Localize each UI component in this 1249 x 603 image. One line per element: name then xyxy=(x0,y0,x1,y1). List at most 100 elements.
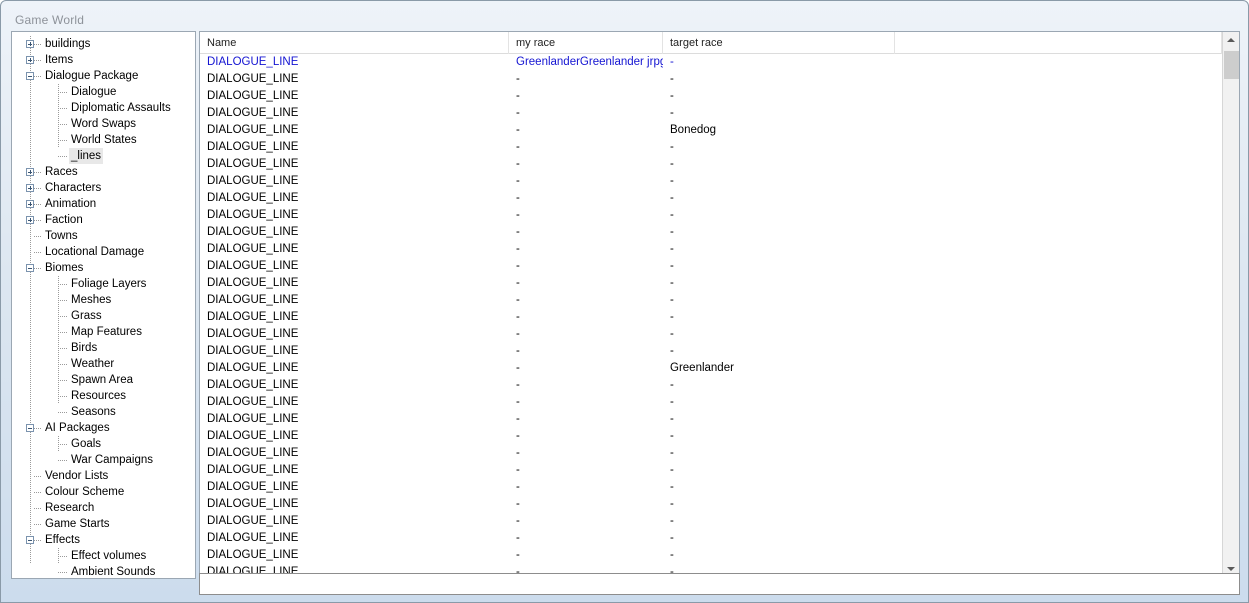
table-row[interactable]: DIALOGUE_LINE - - xyxy=(200,445,1222,462)
tree-item-game-starts[interactable]: Game Starts xyxy=(12,516,195,532)
cell-name[interactable]: DIALOGUE_LINE xyxy=(200,292,509,309)
collapse-icon[interactable] xyxy=(26,424,34,432)
cell-name[interactable]: DIALOGUE_LINE xyxy=(200,275,509,292)
tree-item-ambient-sounds[interactable]: Ambient Sounds xyxy=(12,564,195,578)
expand-icon[interactable] xyxy=(26,40,34,48)
cell-target-race[interactable]: - xyxy=(663,173,895,190)
cell-name[interactable]: DIALOGUE_LINE xyxy=(200,309,509,326)
cell-my-race[interactable]: - xyxy=(509,462,663,479)
cell-target-race[interactable]: - xyxy=(663,530,895,547)
tree-item-effect-volumes[interactable]: Effect volumes xyxy=(12,548,195,564)
cell-name[interactable]: DIALOGUE_LINE xyxy=(200,139,509,156)
cell-my-race[interactable]: - xyxy=(509,309,663,326)
cell-my-race[interactable]: - xyxy=(509,207,663,224)
cell-my-race[interactable]: - xyxy=(509,139,663,156)
table-row[interactable]: DIALOGUE_LINE - - xyxy=(200,462,1222,479)
tree-item-items[interactable]: Items xyxy=(12,52,195,68)
cell-name[interactable]: DIALOGUE_LINE xyxy=(200,462,509,479)
table-row[interactable]: DIALOGUE_LINE - - xyxy=(200,292,1222,309)
column-header-name[interactable]: Name xyxy=(200,32,509,54)
cell-target-race[interactable]: Bonedog xyxy=(663,122,895,139)
cell-my-race[interactable]: - xyxy=(509,547,663,564)
tree-item-biomes[interactable]: Biomes xyxy=(12,260,195,276)
cell-target-race[interactable]: - xyxy=(663,462,895,479)
table-row[interactable]: DIALOGUE_LINE - - xyxy=(200,139,1222,156)
cell-my-race[interactable]: - xyxy=(509,377,663,394)
cell-my-race[interactable]: - xyxy=(509,530,663,547)
cell-target-race[interactable]: - xyxy=(663,241,895,258)
cell-my-race[interactable]: - xyxy=(509,105,663,122)
tree-item-seasons[interactable]: Seasons xyxy=(12,404,195,420)
cell-my-race[interactable]: - xyxy=(509,275,663,292)
cell-target-race[interactable]: - xyxy=(663,445,895,462)
tree-item-meshes[interactable]: Meshes xyxy=(12,292,195,308)
cell-name[interactable]: DIALOGUE_LINE xyxy=(200,428,509,445)
table-row[interactable]: DIALOGUE_LINE - - xyxy=(200,207,1222,224)
tree-item-world-states[interactable]: World States xyxy=(12,132,195,148)
cell-name[interactable]: DIALOGUE_LINE xyxy=(200,207,509,224)
table-row[interactable]: DIALOGUE_LINE - - xyxy=(200,547,1222,564)
cell-target-race[interactable]: Greenlander xyxy=(663,360,895,377)
cell-my-race[interactable]: GreenlanderGreenlander jrpg xyxy=(509,54,663,71)
cell-my-race[interactable]: - xyxy=(509,343,663,360)
grid-body[interactable]: DIALOGUE_LINE GreenlanderGreenlander jrpg… xyxy=(200,54,1222,577)
table-row[interactable]: DIALOGUE_LINE - - xyxy=(200,275,1222,292)
bottom-status-field[interactable] xyxy=(199,573,1240,595)
grid-vertical-scrollbar[interactable] xyxy=(1222,32,1239,577)
cell-target-race[interactable]: - xyxy=(663,428,895,445)
cell-target-race[interactable]: - xyxy=(663,326,895,343)
table-row[interactable]: DIALOGUE_LINE - - xyxy=(200,530,1222,547)
cell-name[interactable]: DIALOGUE_LINE xyxy=(200,156,509,173)
window-titlebar[interactable]: Game World xyxy=(1,1,1248,31)
cell-target-race[interactable]: - xyxy=(663,105,895,122)
cell-target-race[interactable]: - xyxy=(663,190,895,207)
cell-target-race[interactable]: - xyxy=(663,71,895,88)
cell-target-race[interactable]: - xyxy=(663,258,895,275)
tree-item-races[interactable]: Races xyxy=(12,164,195,180)
tree-item-colour-scheme[interactable]: Colour Scheme xyxy=(12,484,195,500)
cell-my-race[interactable]: - xyxy=(509,88,663,105)
cell-target-race[interactable]: - xyxy=(663,343,895,360)
tree-item-map-features[interactable]: Map Features xyxy=(12,324,195,340)
cell-target-race[interactable]: - xyxy=(663,479,895,496)
cell-name[interactable]: DIALOGUE_LINE xyxy=(200,173,509,190)
cell-target-race[interactable]: - xyxy=(663,207,895,224)
cell-name[interactable]: DIALOGUE_LINE xyxy=(200,54,509,71)
column-header-my-race[interactable]: my race xyxy=(509,32,663,54)
tree-item-animation[interactable]: Animation xyxy=(12,196,195,212)
tree-item-lines[interactable]: _lines xyxy=(12,148,195,164)
cell-name[interactable]: DIALOGUE_LINE xyxy=(200,360,509,377)
cell-my-race[interactable]: - xyxy=(509,513,663,530)
tree-item-characters[interactable]: Characters xyxy=(12,180,195,196)
table-row[interactable]: DIALOGUE_LINE - - xyxy=(200,224,1222,241)
cell-name[interactable]: DIALOGUE_LINE xyxy=(200,530,509,547)
expand-icon[interactable] xyxy=(26,184,34,192)
tree-scroll-area[interactable]: buildings Items Dialogue Package Dialogue Di… xyxy=(12,32,195,578)
cell-my-race[interactable]: - xyxy=(509,258,663,275)
scroll-up-button[interactable] xyxy=(1223,32,1239,49)
table-row[interactable]: DIALOGUE_LINE - - xyxy=(200,258,1222,275)
cell-name[interactable]: DIALOGUE_LINE xyxy=(200,394,509,411)
scrollbar-thumb[interactable] xyxy=(1224,51,1239,79)
table-row[interactable]: DIALOGUE_LINE - - xyxy=(200,326,1222,343)
tree-item-faction[interactable]: Faction xyxy=(12,212,195,228)
table-row[interactable]: DIALOGUE_LINE - - xyxy=(200,173,1222,190)
table-row[interactable]: DIALOGUE_LINE - - xyxy=(200,241,1222,258)
table-row[interactable]: DIALOGUE_LINE - - xyxy=(200,156,1222,173)
table-row[interactable]: DIALOGUE_LINE - - xyxy=(200,411,1222,428)
cell-target-race[interactable]: - xyxy=(663,309,895,326)
cell-name[interactable]: DIALOGUE_LINE xyxy=(200,105,509,122)
tree-item-vendor-lists[interactable]: Vendor Lists xyxy=(12,468,195,484)
cell-name[interactable]: DIALOGUE_LINE xyxy=(200,513,509,530)
table-row[interactable]: DIALOGUE_LINE - - xyxy=(200,496,1222,513)
cell-my-race[interactable]: - xyxy=(509,360,663,377)
cell-name[interactable]: DIALOGUE_LINE xyxy=(200,258,509,275)
collapse-icon[interactable] xyxy=(26,72,34,80)
cell-my-race[interactable]: - xyxy=(509,241,663,258)
cell-target-race[interactable]: - xyxy=(663,139,895,156)
tree-item-weather[interactable]: Weather xyxy=(12,356,195,372)
cell-my-race[interactable]: - xyxy=(509,496,663,513)
cell-my-race[interactable]: - xyxy=(509,224,663,241)
tree-item-foliage-layers[interactable]: Foliage Layers xyxy=(12,276,195,292)
tree-item-goals[interactable]: Goals xyxy=(12,436,195,452)
